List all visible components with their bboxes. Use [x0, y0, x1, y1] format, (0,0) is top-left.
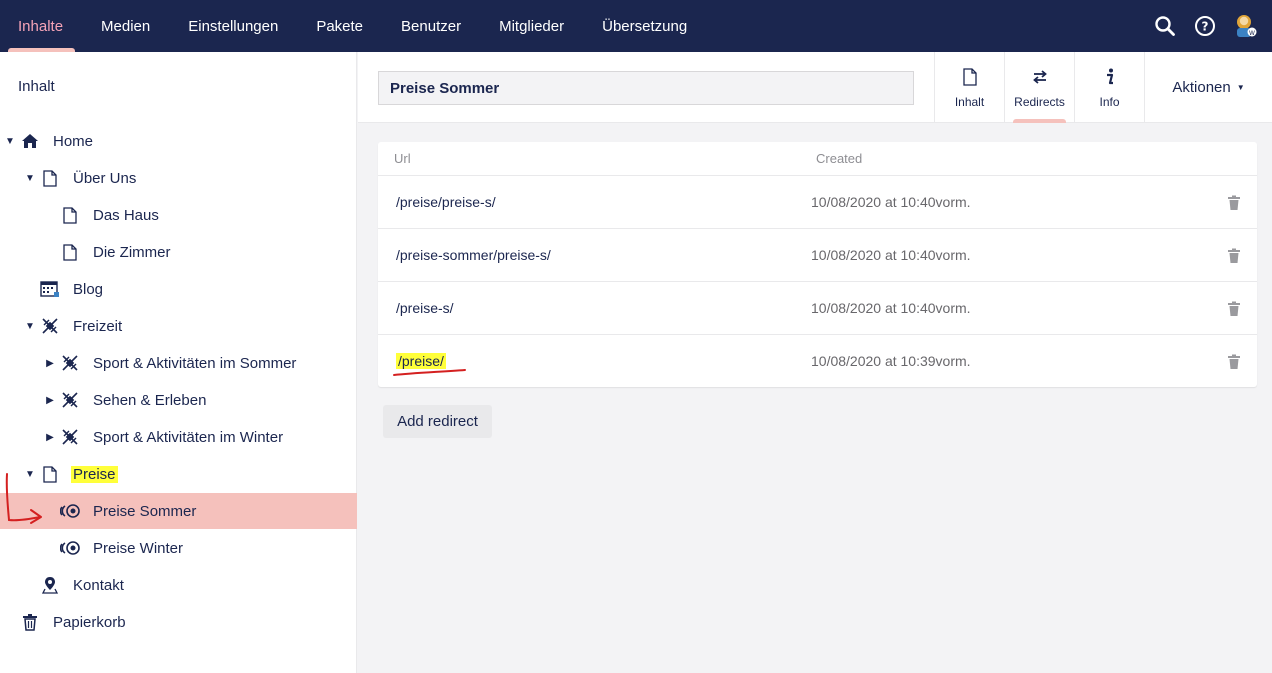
satellite-icon — [60, 427, 80, 447]
caret-right-icon[interactable]: ▶ — [45, 358, 55, 369]
satellite-icon — [60, 353, 80, 373]
document-icon — [962, 68, 977, 89]
table-row: /preise-sommer/preise-s/ 10/08/2020 at 1… — [378, 228, 1257, 281]
document-icon — [40, 168, 60, 188]
top-bar: Inhalte Medien Einstellungen Pakete Benu… — [0, 0, 1272, 52]
tree-item-kontakt[interactable]: Kontakt — [0, 567, 357, 603]
search-icon[interactable] — [1154, 15, 1176, 37]
add-redirect-button[interactable]: Add redirect — [383, 405, 492, 438]
tab-info[interactable]: Info — [1074, 52, 1144, 123]
section-tab-pakete[interactable]: Pakete — [298, 0, 383, 52]
redirect-url: /preise/ — [396, 353, 446, 369]
document-icon — [60, 205, 80, 225]
editor-header: Inhalt Redirects Info Aktionen ▼ — [358, 52, 1272, 123]
home-icon — [20, 131, 40, 151]
svg-text:?: ? — [1202, 20, 1209, 34]
redirect-created: 10/08/2020 at 10:40vorm. — [811, 247, 971, 263]
satellite-icon — [60, 390, 80, 410]
section-tab-uebersetzung[interactable]: Übersetzung — [584, 0, 707, 52]
section-tab-benutzer[interactable]: Benutzer — [383, 0, 481, 52]
coins-icon — [60, 538, 80, 558]
section-tab-einstellungen[interactable]: Einstellungen — [170, 0, 298, 52]
redirect-url: /preise-s/ — [396, 300, 454, 316]
caret-down-icon[interactable]: ▼ — [5, 136, 15, 147]
delete-redirect-icon[interactable] — [1227, 195, 1241, 211]
actions-button[interactable]: Aktionen ▼ — [1144, 52, 1272, 123]
caret-down-icon[interactable]: ▼ — [25, 173, 35, 184]
tree-item-ueber-uns[interactable]: ▼ Über Uns — [0, 160, 357, 196]
section-nav: Inhalte Medien Einstellungen Pakete Benu… — [0, 0, 707, 52]
tree-item-preise[interactable]: ▼ Preise — [0, 456, 357, 492]
sidebar-title: Inhalt — [18, 78, 55, 95]
svg-text:W: W — [1249, 30, 1255, 37]
redirect-url: /preise-sommer/preise-s/ — [396, 247, 551, 263]
annotation-underline — [393, 369, 466, 376]
tree-item-blog[interactable]: Blog — [0, 271, 357, 307]
trash-icon — [20, 612, 40, 632]
redirects-table: Url Created /preise/preise-s/ 10/08/2020… — [378, 142, 1257, 387]
tree-item-sport-sommer[interactable]: ▶ Sport & Aktivitäten im Sommer — [0, 345, 357, 381]
tree-item-home[interactable]: ▼ Home — [0, 123, 357, 159]
tree-item-preise-sommer[interactable]: Preise Sommer — [0, 493, 357, 529]
redirect-url: /preise/preise-s/ — [396, 194, 496, 210]
section-tab-medien[interactable]: Medien — [83, 0, 170, 52]
info-icon — [1103, 68, 1117, 89]
tree-item-sehen-erleben[interactable]: ▶ Sehen & Erleben — [0, 382, 357, 418]
tree-item-sport-winter[interactable]: ▶ Sport & Aktivitäten im Winter — [0, 419, 357, 455]
tree-item-das-haus[interactable]: Das Haus — [0, 197, 357, 233]
caret-down-icon[interactable]: ▼ — [25, 321, 35, 332]
annotation-arrow — [5, 473, 42, 524]
redirect-created: 10/08/2020 at 10:40vorm. — [811, 194, 971, 210]
column-header-created: Created — [816, 151, 863, 166]
column-header-url: Url — [394, 151, 411, 166]
tree-item-papierkorb[interactable]: Papierkorb — [0, 604, 357, 640]
satellite-icon — [40, 316, 60, 336]
calendar-icon — [40, 279, 60, 299]
top-icons: ? W — [1154, 0, 1258, 52]
caret-down-icon: ▼ — [1236, 83, 1245, 92]
section-tab-mitglieder[interactable]: Mitglieder — [481, 0, 584, 52]
caret-right-icon[interactable]: ▶ — [45, 395, 55, 406]
table-row: /preise/ 10/08/2020 at 10:39vorm. — [378, 334, 1257, 387]
tree-item-preise-winter[interactable]: Preise Winter — [0, 530, 357, 566]
table-row: /preise/preise-s/ 10/08/2020 at 10:40vor… — [378, 175, 1257, 228]
tree-item-freizeit[interactable]: ▼ Freizeit — [0, 308, 357, 344]
table-row: /preise-s/ 10/08/2020 at 10:40vorm. — [378, 281, 1257, 334]
redirect-created: 10/08/2020 at 10:40vorm. — [811, 300, 971, 316]
tree-item-die-zimmer[interactable]: Die Zimmer — [0, 234, 357, 270]
arrows-exchange-icon — [1032, 68, 1048, 89]
redirect-created: 10/08/2020 at 10:39vorm. — [811, 353, 971, 369]
delete-redirect-icon[interactable] — [1227, 354, 1241, 370]
content-tree-sidebar: Inhalt ▼ Home ▼ Über Uns Das Haus Die Zi… — [0, 52, 357, 673]
delete-redirect-icon[interactable] — [1227, 301, 1241, 317]
caret-right-icon[interactable]: ▶ — [45, 432, 55, 443]
tab-redirects[interactable]: Redirects — [1004, 52, 1074, 123]
document-icon — [60, 242, 80, 262]
user-avatar-icon[interactable]: W — [1234, 13, 1258, 39]
coins-icon — [60, 501, 80, 521]
help-icon[interactable]: ? — [1194, 15, 1216, 37]
delete-redirect-icon[interactable] — [1227, 248, 1241, 264]
location-pin-icon — [40, 575, 60, 595]
section-tab-inhalte[interactable]: Inhalte — [0, 0, 83, 52]
tab-inhalt[interactable]: Inhalt — [934, 52, 1004, 123]
node-name-input[interactable] — [378, 71, 914, 105]
